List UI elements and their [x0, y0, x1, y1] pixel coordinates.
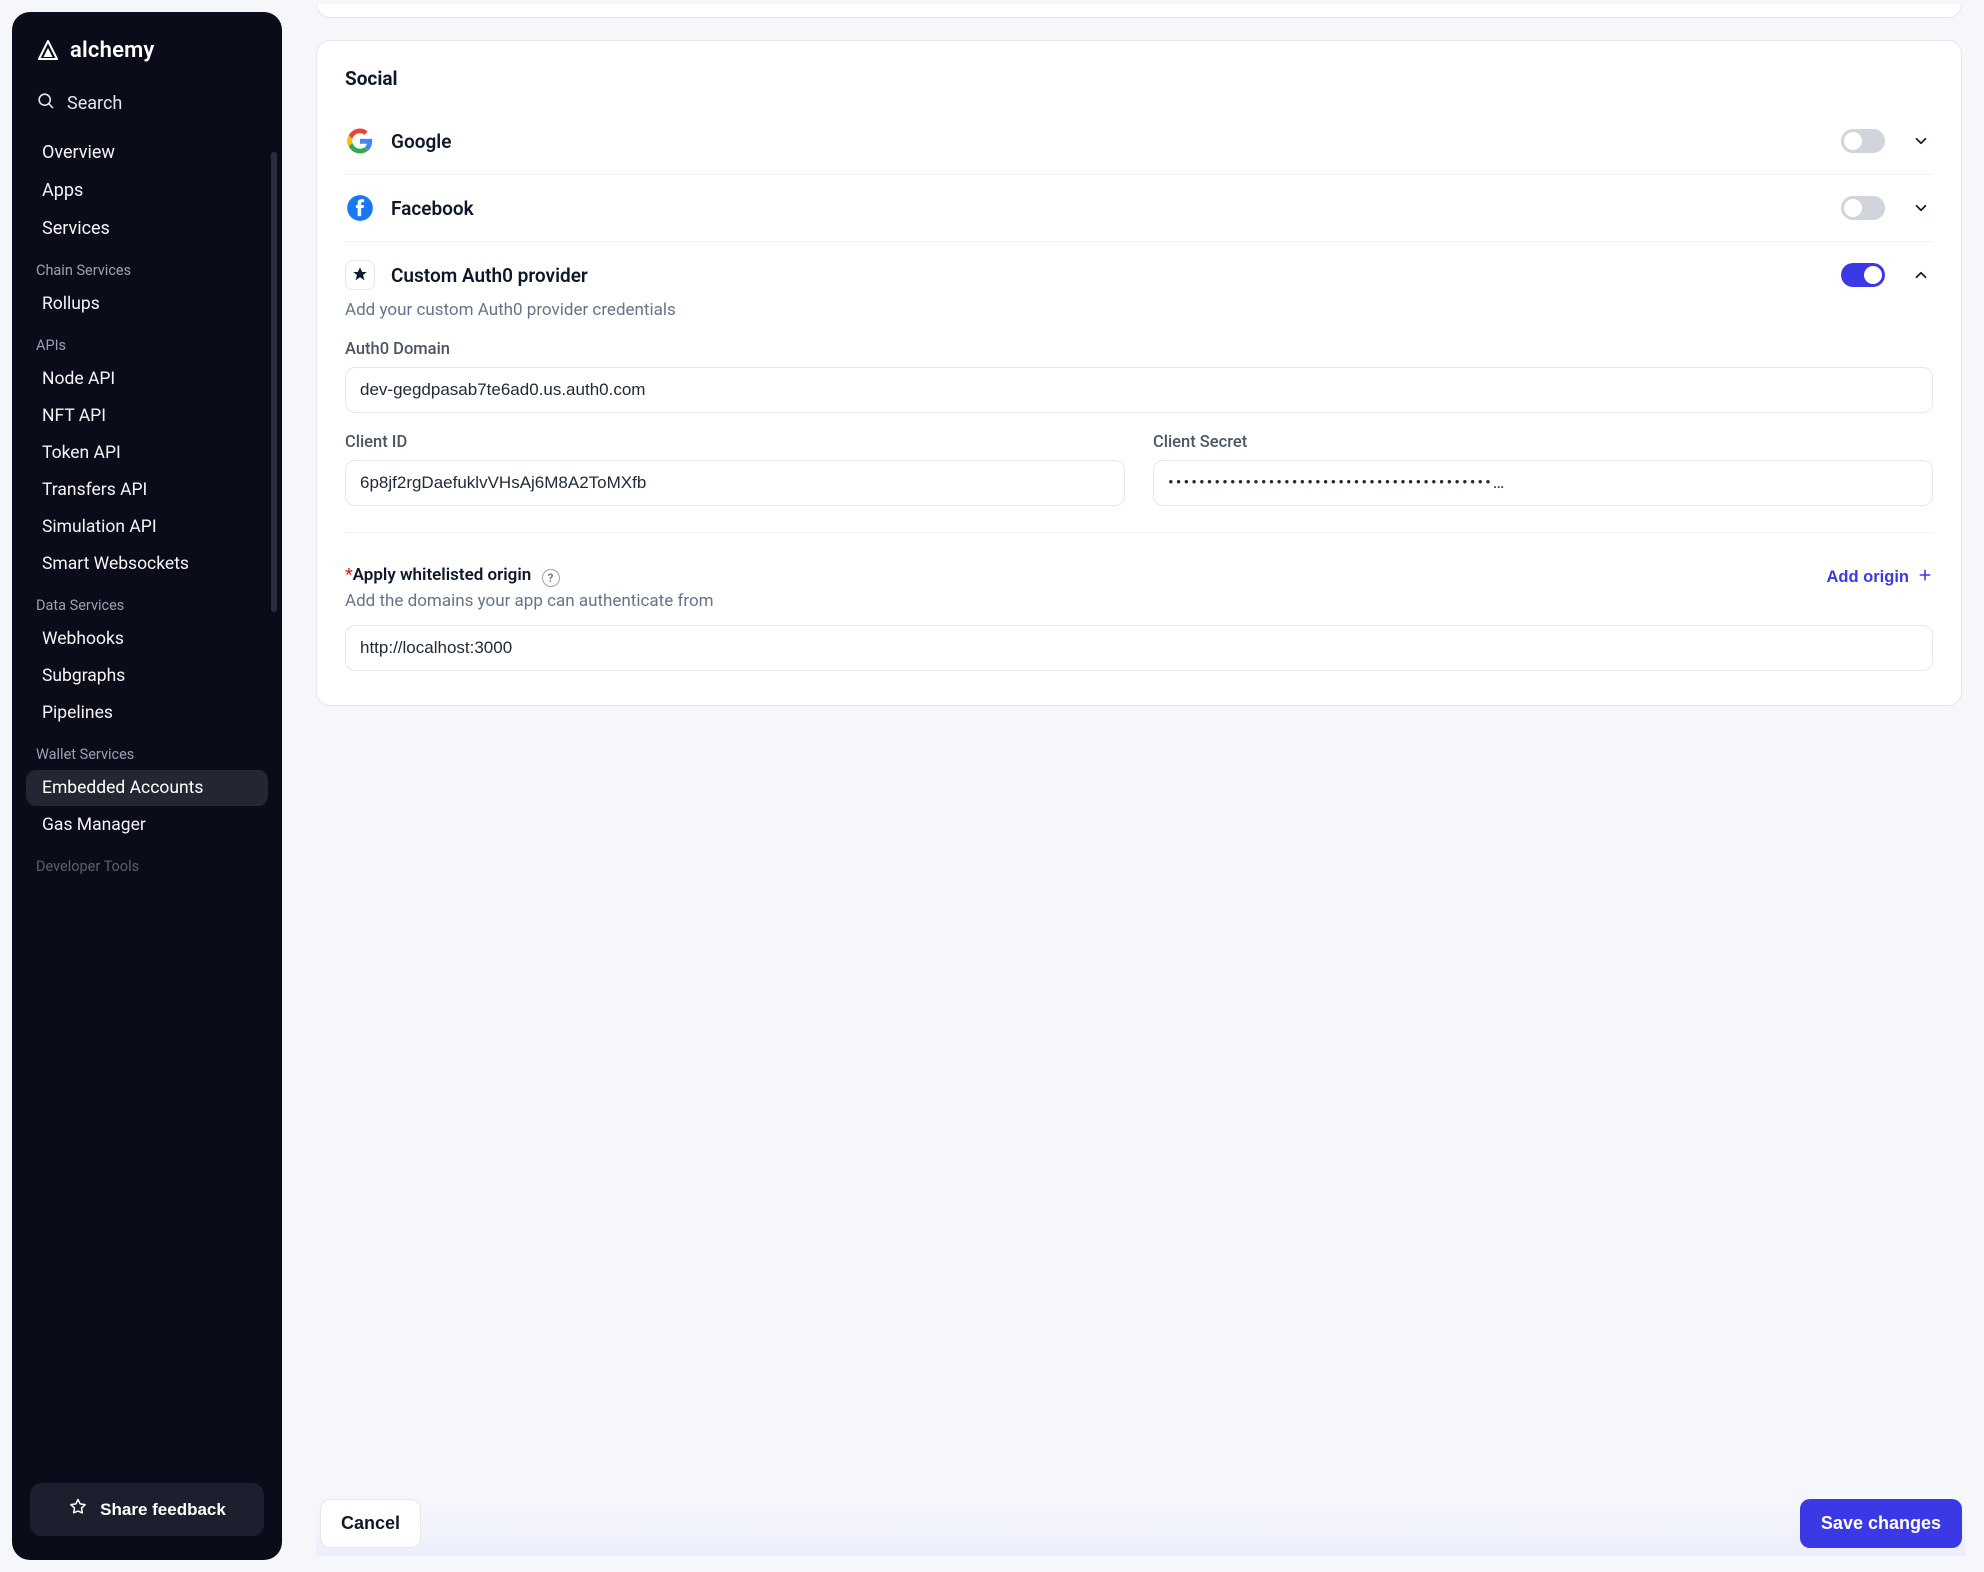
nav-group-data-services: Data Services: [20, 583, 274, 620]
nav-group-chain-services: Chain Services: [20, 248, 274, 285]
nav-services[interactable]: Services: [26, 210, 268, 247]
share-feedback-button[interactable]: Share feedback: [30, 1483, 264, 1536]
facebook-toggle[interactable]: [1841, 196, 1885, 220]
auth0-domain-label: Auth0 Domain: [345, 340, 1933, 359]
nav-gas-manager[interactable]: Gas Manager: [26, 807, 268, 843]
sidebar-footer: Share feedback: [12, 1471, 282, 1540]
nav-pipelines[interactable]: Pipelines: [26, 695, 268, 731]
star-icon: [68, 1497, 88, 1522]
search-label: Search: [67, 93, 122, 114]
previous-card-slice: [316, 4, 1962, 18]
provider-facebook: Facebook: [345, 175, 1933, 242]
add-origin-button[interactable]: Add origin: [1827, 565, 1933, 588]
provider-facebook-label: Facebook: [391, 197, 1825, 220]
social-title: Social: [345, 67, 1933, 90]
google-icon: [345, 126, 375, 156]
content-scroll: Social Google: [316, 0, 1966, 1477]
brand-name: alchemy: [70, 38, 155, 63]
nav-token-api[interactable]: Token API: [26, 435, 268, 471]
nav-group-developer-tools: Developer Tools: [20, 844, 274, 881]
auth0-domain-input[interactable]: [345, 367, 1933, 413]
brand: alchemy: [12, 34, 282, 77]
sidebar: alchemy Search Overview Apps Services Ch…: [12, 12, 282, 1560]
google-expand[interactable]: [1909, 129, 1933, 153]
facebook-expand[interactable]: [1909, 196, 1933, 220]
whitelist-subtitle: Add the domains your app can authenticat…: [345, 591, 714, 611]
facebook-icon: [345, 193, 375, 223]
nav-embedded-accounts[interactable]: Embedded Accounts: [26, 770, 268, 806]
search-input[interactable]: Search: [12, 77, 282, 133]
social-card: Social Google: [316, 40, 1962, 706]
nav-node-api[interactable]: Node API: [26, 361, 268, 397]
required-asterisk: *: [345, 565, 353, 585]
main: Social Google: [282, 0, 1984, 1572]
whitelist-title: *Apply whitelisted origin ?: [345, 565, 714, 587]
action-bar: Cancel Save changes: [316, 1477, 1966, 1556]
nav-overview[interactable]: Overview: [26, 134, 268, 171]
client-id-input[interactable]: [345, 460, 1125, 506]
client-id-label: Client ID: [345, 433, 1125, 452]
provider-auth0: Custom Auth0 provider Add your custom Au…: [345, 242, 1933, 533]
nav-webhooks[interactable]: Webhooks: [26, 621, 268, 657]
help-icon[interactable]: ?: [542, 569, 560, 587]
nav-apps[interactable]: Apps: [26, 172, 268, 209]
auth0-collapse[interactable]: [1909, 263, 1933, 287]
provider-google: Google: [345, 108, 1933, 175]
nav-nft-api[interactable]: NFT API: [26, 398, 268, 434]
save-changes-button[interactable]: Save changes: [1800, 1499, 1962, 1548]
auth0-icon: [345, 260, 375, 290]
auth0-toggle[interactable]: [1841, 263, 1885, 287]
provider-google-label: Google: [391, 130, 1825, 153]
nav-subgraphs[interactable]: Subgraphs: [26, 658, 268, 694]
provider-auth0-label: Custom Auth0 provider: [391, 264, 1825, 287]
alchemy-logo-icon: [36, 39, 60, 63]
nav-smart-websockets[interactable]: Smart Websockets: [26, 546, 268, 582]
share-feedback-label: Share feedback: [100, 1500, 226, 1520]
nav-simulation-api[interactable]: Simulation API: [26, 509, 268, 545]
sidebar-nav: Overview Apps Services Chain Services Ro…: [12, 133, 282, 1499]
origin-input[interactable]: [345, 625, 1933, 671]
nav-group-wallet-services: Wallet Services: [20, 732, 274, 769]
search-icon: [36, 91, 55, 115]
google-toggle[interactable]: [1841, 129, 1885, 153]
nav-transfers-api[interactable]: Transfers API: [26, 472, 268, 508]
client-secret-label: Client Secret: [1153, 433, 1933, 452]
add-origin-label: Add origin: [1827, 568, 1909, 587]
client-secret-input[interactable]: [1153, 460, 1933, 506]
plus-icon: [1917, 567, 1933, 588]
nav-rollups[interactable]: Rollups: [26, 286, 268, 322]
nav-group-apis: APIs: [20, 323, 274, 360]
cancel-button[interactable]: Cancel: [320, 1499, 421, 1548]
whitelisted-origin-section: *Apply whitelisted origin ? Add the doma…: [345, 565, 1933, 671]
sidebar-scrollbar[interactable]: [271, 152, 277, 612]
auth0-description: Add your custom Auth0 provider credentia…: [345, 300, 1933, 320]
